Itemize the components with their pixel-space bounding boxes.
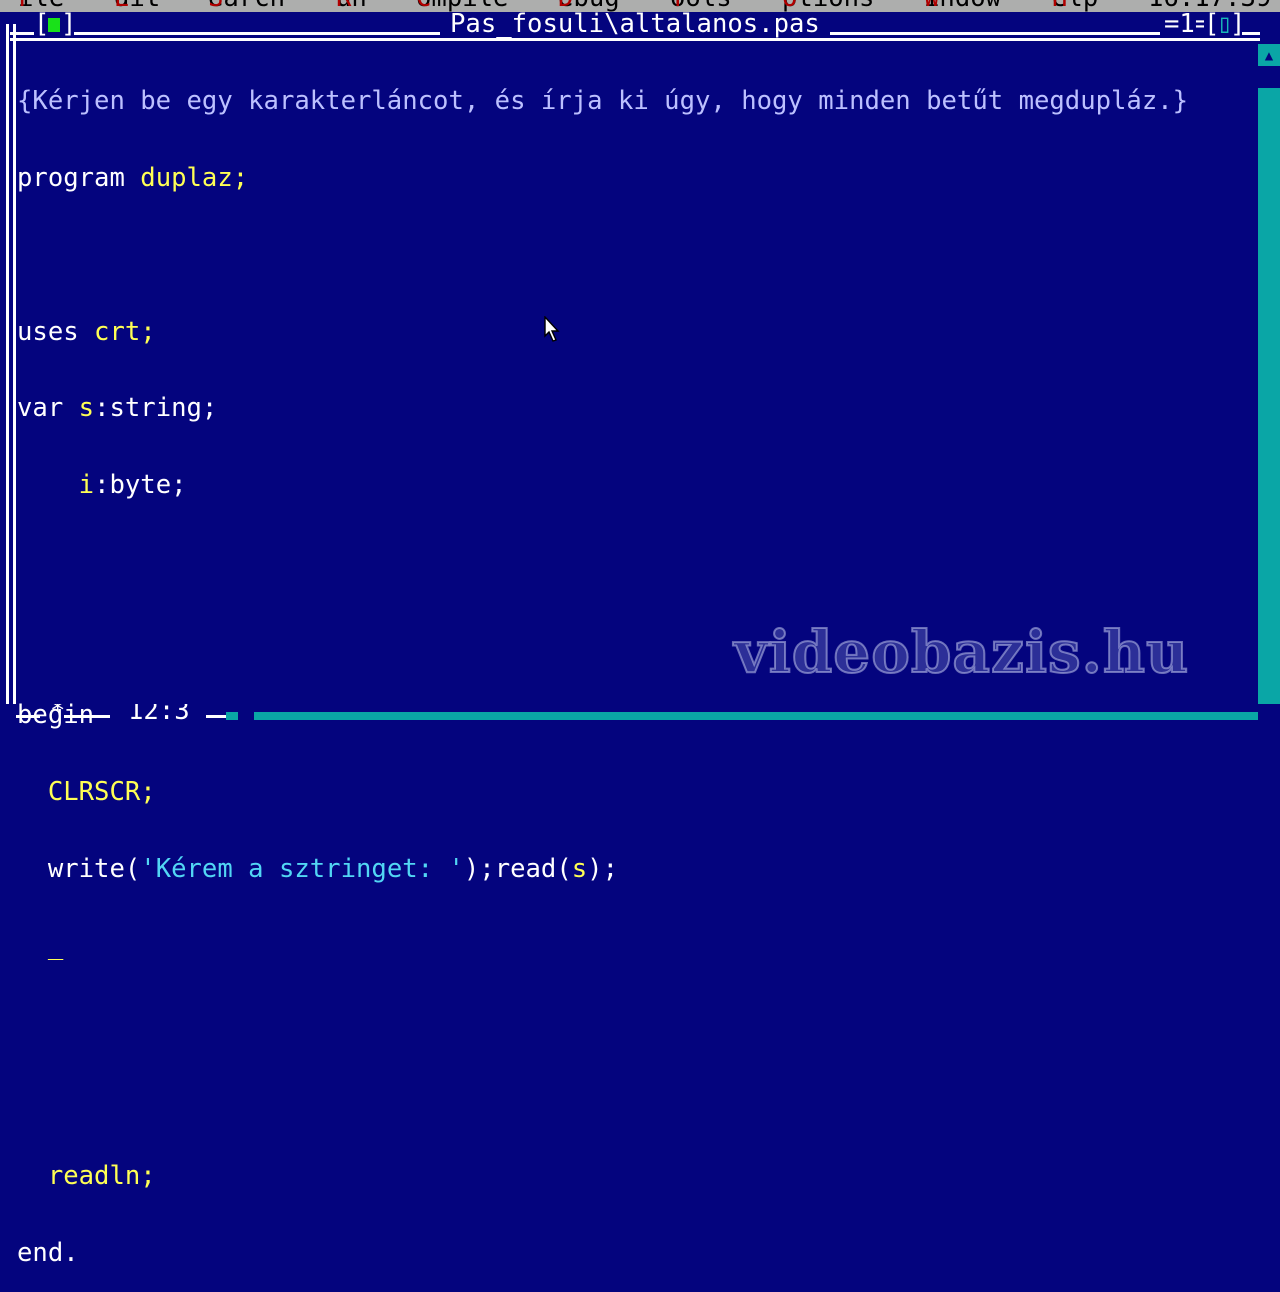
cursor-position: 12:3 bbox=[128, 704, 190, 720]
code-line-6: i:byte; bbox=[78, 470, 187, 501]
code-line-2: program duplaz; bbox=[17, 162, 249, 193]
code-line-11: write('Kérem a sztringet: ');read(s); bbox=[47, 854, 618, 884]
close-bracket-icon: ] bbox=[61, 9, 77, 39]
frame-bottom-line bbox=[206, 715, 226, 718]
code-editor[interactable]: {Kérjen be egy karakterláncot, és írja k… bbox=[17, 38, 1257, 1265]
code-line-16: end. bbox=[17, 1237, 79, 1268]
menu-window[interactable]: Window bbox=[924, 0, 1001, 12]
menu-run[interactable]: Run bbox=[336, 0, 367, 12]
code-line-12: _ bbox=[17, 930, 1257, 961]
code-line-10: CLRSCR; bbox=[47, 777, 156, 808]
window-title: Pas_fosuli\altalanos.pas bbox=[440, 11, 830, 38]
mouse-pointer-icon bbox=[544, 316, 560, 342]
status-bar: * 12:3 bbox=[0, 704, 1280, 720]
vertical-scrollbar[interactable]: ▲ bbox=[1258, 44, 1280, 704]
frame-bottom-line bbox=[16, 715, 40, 718]
zoom-bracket-icon: ] bbox=[1230, 9, 1246, 39]
close-window-button[interactable]: [ ] bbox=[34, 9, 77, 39]
close-square-icon bbox=[48, 18, 60, 32]
menu-help[interactable]: Help bbox=[1052, 0, 1098, 12]
horizontal-scrollbar[interactable] bbox=[226, 712, 1258, 720]
code-line-4: uses crt; bbox=[17, 316, 156, 347]
window-left-border bbox=[6, 24, 16, 704]
watermark: videobazis.hu bbox=[733, 618, 1190, 686]
frame-bottom-line bbox=[64, 715, 110, 718]
status-left: * 12:3 bbox=[0, 704, 226, 720]
text-cursor: _ bbox=[47, 930, 64, 961]
menu-edit[interactable]: Edit bbox=[114, 0, 160, 12]
zoom-window-button[interactable]: [ ▯ ] bbox=[1204, 9, 1246, 40]
menu-search[interactable]: Search bbox=[208, 0, 285, 12]
code-line-5: var s:string; bbox=[17, 393, 218, 424]
horizontal-scroll-thumb[interactable] bbox=[238, 712, 254, 720]
scroll-up-arrow-icon[interactable]: ▲ bbox=[1258, 44, 1280, 64]
vertical-scroll-thumb[interactable] bbox=[1258, 66, 1280, 88]
code-line-1: {Kérjen be egy karakterláncot, és írja k… bbox=[17, 86, 1189, 117]
code-line-15: readln; bbox=[47, 1161, 156, 1192]
